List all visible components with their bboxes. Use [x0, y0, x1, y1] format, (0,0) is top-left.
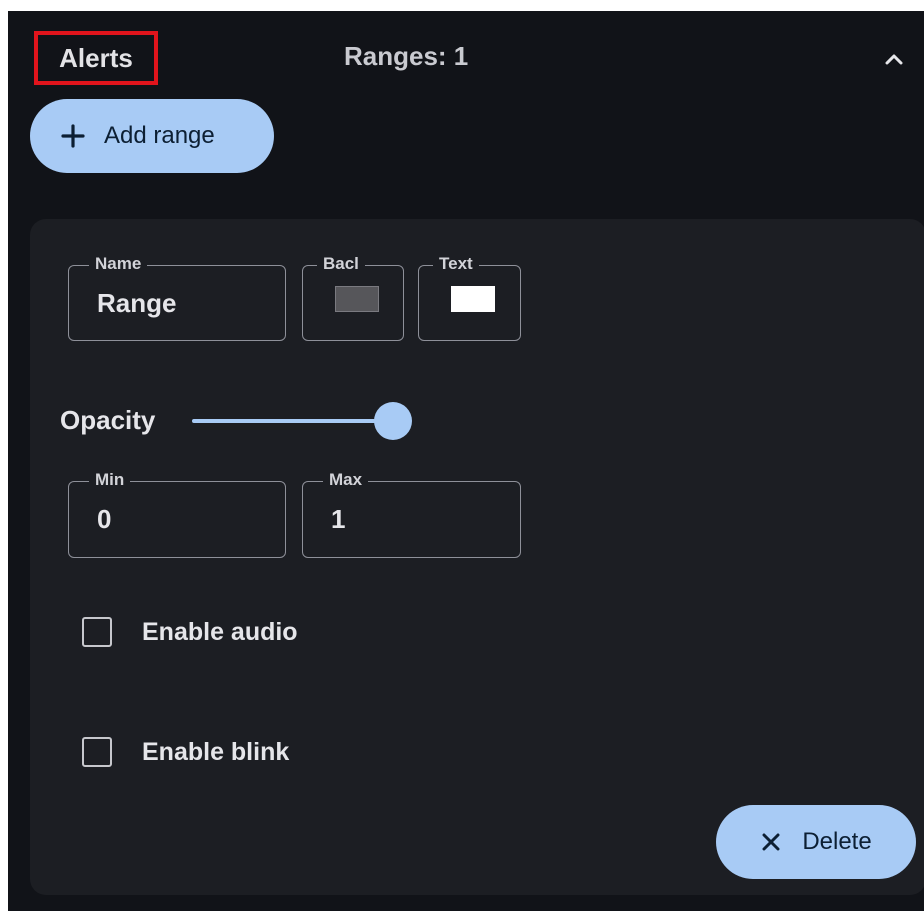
background-color-label: Bacl	[317, 254, 365, 274]
chevron-up-icon[interactable]	[880, 45, 908, 73]
opacity-label: Opacity	[60, 405, 156, 435]
opacity-slider-thumb[interactable]	[374, 402, 412, 440]
text-color-swatch[interactable]	[451, 286, 495, 312]
alerts-panel: Alerts Ranges: 1 Add range Name Bacl Tex…	[8, 11, 924, 911]
max-field-label: Max	[323, 470, 369, 490]
enable-audio-label: Enable audio	[142, 617, 298, 646]
close-icon	[762, 833, 780, 851]
add-range-label: Add range	[104, 122, 215, 149]
range-card: Name Bacl Text Opacity Min Max	[30, 219, 924, 895]
min-field-label: Min	[89, 470, 131, 490]
name-field-label: Name	[89, 254, 148, 274]
opacity-slider-track[interactable]	[192, 419, 392, 423]
enable-audio-checkbox-row[interactable]: Enable audio	[82, 617, 298, 647]
enable-blink-label: Enable blink	[142, 737, 290, 766]
delete-label: Delete	[802, 828, 872, 855]
alerts-title-text: Alerts	[59, 42, 133, 73]
max-input[interactable]	[331, 504, 481, 535]
delete-button[interactable]: Delete	[716, 805, 916, 879]
background-color-swatch[interactable]	[335, 286, 379, 312]
enable-blink-checkbox[interactable]	[82, 737, 112, 767]
ranges-count: Ranges: 1	[344, 41, 469, 71]
name-field[interactable]: Name	[68, 254, 286, 341]
text-color-field[interactable]: Text	[418, 254, 521, 341]
alerts-title: Alerts	[34, 31, 158, 85]
plus-icon	[61, 124, 85, 148]
enable-audio-checkbox[interactable]	[82, 617, 112, 647]
background-color-field[interactable]: Bacl	[302, 254, 404, 341]
add-range-button[interactable]: Add range	[30, 99, 274, 173]
min-input[interactable]	[97, 504, 247, 535]
min-field[interactable]: Min	[68, 470, 286, 558]
max-field[interactable]: Max	[302, 470, 521, 558]
name-input[interactable]	[97, 288, 247, 319]
text-color-label: Text	[433, 254, 479, 274]
enable-blink-checkbox-row[interactable]: Enable blink	[82, 737, 289, 767]
